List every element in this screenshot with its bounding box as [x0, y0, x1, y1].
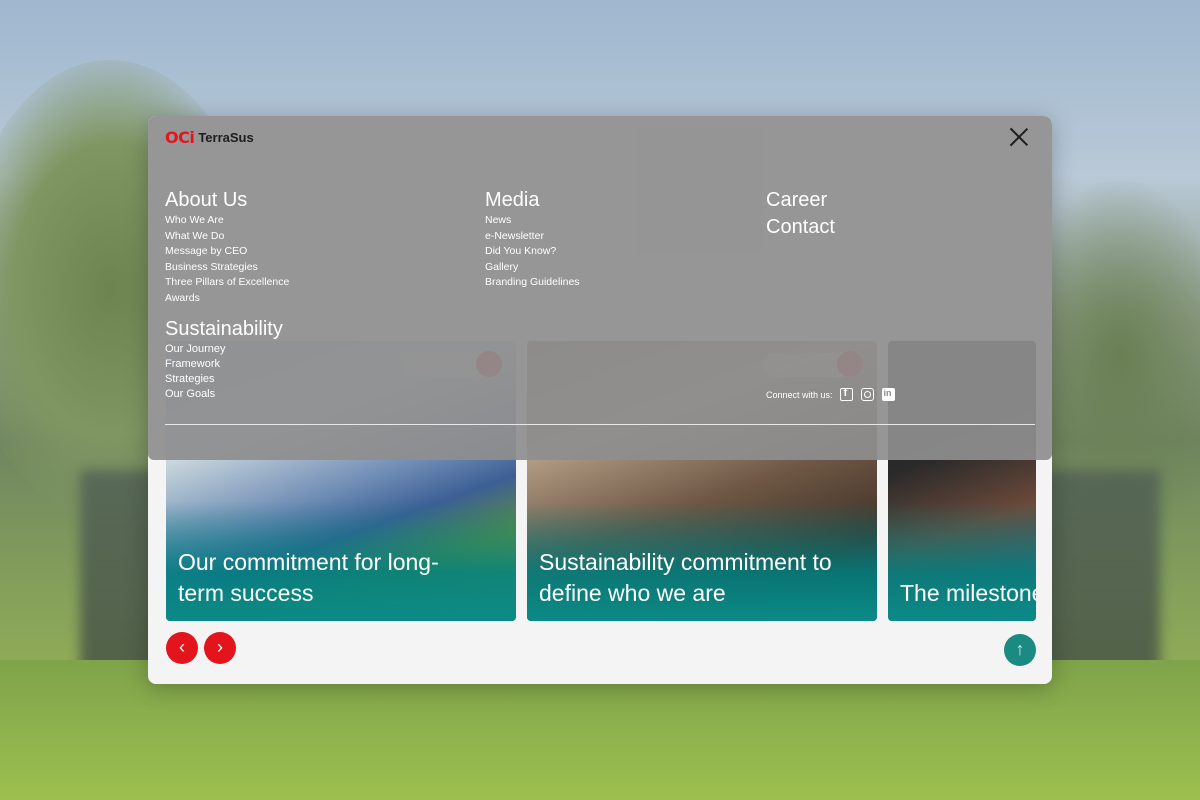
connect-label: Connect with us:: [766, 389, 833, 400]
scroll-to-top-button[interactable]: ↑: [1004, 634, 1036, 666]
social-links: Connect with us:: [766, 387, 903, 401]
site-window: Our commitment for long-term success Sus…: [148, 116, 1052, 684]
menu-item-our-journey[interactable]: Our Journey: [165, 342, 283, 357]
menu-section-career-contact: Career Contact: [766, 187, 835, 241]
menu-item-awards[interactable]: Awards: [165, 291, 289, 307]
chevron-right-icon: ›: [217, 637, 223, 657]
card-caption: Sustainability commitment to define who …: [539, 549, 832, 606]
menu-heading-career[interactable]: Career: [766, 187, 835, 213]
menu-heading-sustainability[interactable]: Sustainability: [165, 316, 283, 342]
menu-item-strategies[interactable]: Strategies: [165, 372, 283, 387]
menu-item-branding-guidelines[interactable]: Branding Guidelines: [485, 275, 580, 291]
logo-mark: OCi: [165, 127, 195, 147]
menu-divider: [165, 424, 1035, 425]
menu-item-message-ceo[interactable]: Message by CEO: [165, 244, 289, 260]
card-caption: The milestone journey forwa: [900, 580, 1036, 606]
menu-item-three-pillars[interactable]: Three Pillars of Excellence: [165, 275, 289, 291]
carousel-prev-button[interactable]: ‹: [166, 632, 198, 664]
menu-section-sustainability: Sustainability Our Journey Framework Str…: [165, 316, 283, 402]
brand-logo[interactable]: OCi TerraSus: [165, 127, 254, 147]
chevron-left-icon: ‹: [179, 637, 185, 657]
menu-heading-media[interactable]: Media: [485, 187, 580, 213]
nav-menu-overlay: OCi TerraSus About Us Who We Are What We…: [148, 116, 1052, 460]
menu-item-news[interactable]: News: [485, 213, 580, 229]
menu-heading-contact[interactable]: Contact: [766, 214, 835, 240]
close-icon[interactable]: [1008, 126, 1030, 148]
facebook-icon[interactable]: [839, 387, 853, 401]
carousel-next-button[interactable]: ›: [204, 632, 236, 664]
menu-item-our-goals[interactable]: Our Goals: [165, 387, 283, 402]
card-caption: Our commitment for long-term success: [178, 549, 439, 606]
menu-item-business-strategies[interactable]: Business Strategies: [165, 260, 289, 276]
menu-item-gallery[interactable]: Gallery: [485, 260, 580, 276]
menu-item-what-we-do[interactable]: What We Do: [165, 229, 289, 245]
menu-heading-about[interactable]: About Us: [165, 187, 289, 213]
menu-item-did-you-know[interactable]: Did You Know?: [485, 244, 580, 260]
linkedin-icon[interactable]: [881, 388, 895, 401]
instagram-icon[interactable]: [860, 388, 874, 401]
arrow-up-icon: ↑: [1015, 639, 1025, 659]
menu-section-about: About Us Who We Are What We Do Message b…: [165, 187, 289, 306]
logo-text: TerraSus: [198, 129, 254, 145]
menu-item-e-newsletter[interactable]: e-Newsletter: [485, 229, 580, 245]
menu-item-framework[interactable]: Framework: [165, 357, 283, 372]
menu-section-media: Media News e-Newsletter Did You Know? Ga…: [485, 187, 580, 291]
menu-item-who-we-are[interactable]: Who We Are: [165, 213, 289, 229]
